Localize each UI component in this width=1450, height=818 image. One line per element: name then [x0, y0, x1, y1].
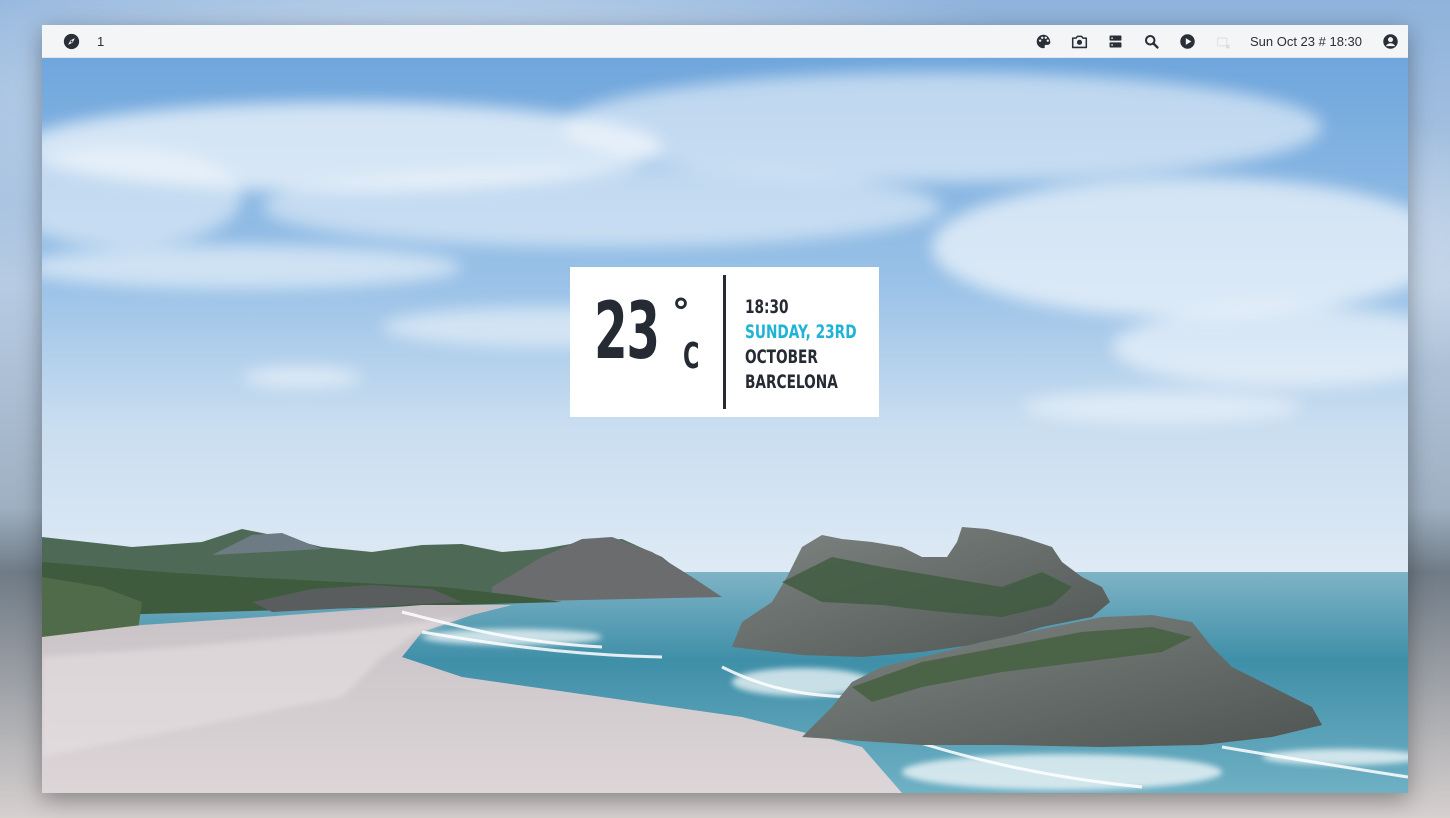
- desktop-screen: 1 Sun Oct 23 # 18:30 23 ° C 18:30 SUNDAY…: [42, 25, 1408, 793]
- play-icon[interactable]: [1178, 31, 1198, 51]
- widget-month: OCTOBER: [745, 346, 818, 368]
- widget-time: 18:30: [745, 296, 789, 318]
- palette-icon[interactable]: [1034, 31, 1054, 51]
- compass-icon[interactable]: [61, 31, 81, 51]
- widget-day: SUNDAY, 23RD: [745, 321, 857, 343]
- wallpaper: [42, 57, 1408, 793]
- degree-symbol: °: [672, 292, 690, 333]
- camera-icon[interactable]: [1070, 31, 1090, 51]
- user-icon[interactable]: [1380, 31, 1400, 51]
- widget-city: BARCELONA: [745, 371, 838, 393]
- weather-clock-widget: 23 ° C 18:30 SUNDAY, 23RD OCTOBER BARCEL…: [570, 267, 879, 417]
- search-icon[interactable]: [1142, 31, 1162, 51]
- widget-info: 18:30 SUNDAY, 23RD OCTOBER BARCELONA: [745, 295, 900, 395]
- widget-divider: [723, 275, 726, 409]
- top-bar-right: Sun Oct 23 # 18:30: [1026, 25, 1408, 57]
- top-bar: 1 Sun Oct 23 # 18:30: [42, 25, 1408, 58]
- top-bar-left: 1: [42, 31, 104, 51]
- server-icon[interactable]: [1106, 31, 1126, 51]
- temperature-unit: C: [683, 336, 700, 377]
- temperature-value: 23: [594, 287, 660, 377]
- workspace-number[interactable]: 1: [97, 34, 104, 49]
- battery-icon[interactable]: [1214, 31, 1234, 51]
- clock[interactable]: Sun Oct 23 # 18:30: [1250, 34, 1362, 49]
